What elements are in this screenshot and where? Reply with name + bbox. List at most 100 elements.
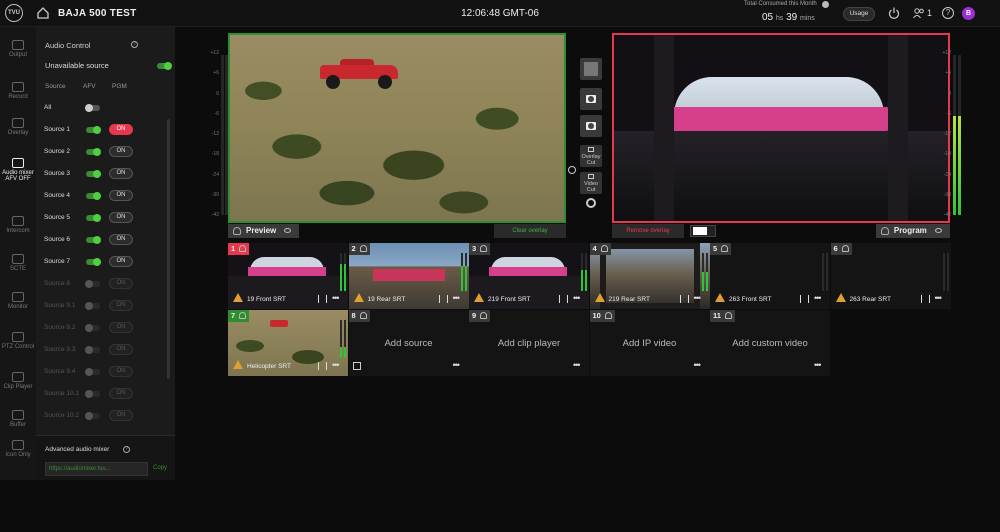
afv-toggle[interactable] <box>85 302 100 310</box>
audio-mixer-icon[interactable] <box>559 295 568 303</box>
pgm-on-button[interactable]: ON <box>109 344 133 355</box>
afv-toggle[interactable] <box>86 170 101 178</box>
speaker-icon[interactable] <box>935 228 942 234</box>
more-options-icon[interactable]: ••• <box>573 360 581 370</box>
nav-item-clip-player[interactable]: Clip Player <box>0 372 36 390</box>
copy-url-button[interactable]: Copy <box>153 465 167 471</box>
pgm-on-button[interactable]: ON <box>109 190 133 201</box>
headphones-icon[interactable] <box>600 245 608 252</box>
more-options-icon[interactable]: ••• <box>453 360 461 370</box>
more-options-icon[interactable]: ••• <box>453 293 461 303</box>
pgm-on-button[interactable]: ON <box>109 300 133 311</box>
headphones-icon[interactable] <box>480 312 488 319</box>
add-source-tile[interactable]: 11 Add custom video ••• <box>710 310 830 376</box>
more-options-icon[interactable]: ••• <box>573 293 581 303</box>
all-afv-toggle[interactable] <box>85 104 100 112</box>
nav-item-scte[interactable]: SCTE <box>0 254 36 272</box>
power-icon[interactable] <box>888 7 900 19</box>
pgm-on-button[interactable]: ON <box>109 124 133 135</box>
audio-mixer-icon[interactable] <box>438 295 448 303</box>
headphones-icon[interactable] <box>239 245 247 252</box>
add-source-tile[interactable]: 10 Add IP video ••• <box>589 310 710 376</box>
transition-preset-2[interactable] <box>580 88 602 110</box>
preview-tab[interactable]: Preview <box>228 224 300 238</box>
pgm-on-button[interactable]: ON <box>109 168 133 179</box>
usage-button[interactable]: Usage <box>843 7 875 21</box>
audio-mixer-icon[interactable] <box>679 295 689 303</box>
overlay-color-select[interactable] <box>690 225 716 237</box>
info-icon[interactable]: ? <box>131 41 138 48</box>
pgm-on-button[interactable]: ON <box>109 322 133 333</box>
pgm-on-button[interactable]: ON <box>109 234 133 245</box>
afv-toggle[interactable] <box>86 192 101 200</box>
qr-code-icon[interactable] <box>352 362 361 370</box>
nav-item-record[interactable]: Record <box>0 82 36 100</box>
audio-mixer-icon[interactable] <box>318 362 327 370</box>
headphones-icon[interactable] <box>359 312 367 319</box>
pgm-on-button[interactable]: ON <box>109 212 133 223</box>
source-tile[interactable]: 7 Helicopter SRT ••• <box>228 310 348 376</box>
link-icon[interactable] <box>568 166 576 174</box>
source-tile[interactable]: 2 19 Rear SRT ••• <box>348 243 469 309</box>
more-options-icon[interactable]: ••• <box>332 293 340 303</box>
gear-icon[interactable] <box>586 198 596 208</box>
transition-preset-3[interactable] <box>580 115 602 137</box>
overlay-cut-button[interactable]: Overlay Cut <box>580 145 602 167</box>
clear-overlay-button[interactable]: Clear overlay <box>494 224 566 238</box>
audio-mixer-icon[interactable] <box>920 295 930 303</box>
afv-toggle[interactable] <box>86 126 101 134</box>
nav-item-monitor[interactable]: Monitor <box>0 292 36 310</box>
more-options-icon[interactable]: ••• <box>332 360 340 370</box>
afv-toggle[interactable] <box>85 324 100 332</box>
pgm-on-button[interactable]: ON <box>109 410 133 421</box>
more-options-icon[interactable]: ••• <box>935 293 943 303</box>
add-source-tile[interactable]: 8 Add source ••• <box>348 310 469 376</box>
headphones-icon[interactable] <box>721 245 729 252</box>
source-tile[interactable]: 5 263 Front SRT ••• <box>710 243 830 309</box>
audio-mixer-icon[interactable] <box>800 295 809 303</box>
eye-icon[interactable] <box>284 228 292 234</box>
pgm-on-button[interactable]: ON <box>109 388 133 399</box>
headphones-icon[interactable] <box>359 245 367 252</box>
source-tile[interactable]: 4 219 Rear SRT ••• <box>589 243 710 309</box>
headphones-icon[interactable] <box>604 312 612 319</box>
afv-toggle[interactable] <box>85 412 100 420</box>
source-tile[interactable]: 6 263 Rear SRT ••• <box>830 243 951 309</box>
pgm-on-button[interactable]: ON <box>109 146 133 157</box>
add-source-tile[interactable]: 9 Add clip player ••• <box>469 310 589 376</box>
afv-toggle[interactable] <box>85 368 100 376</box>
headphones-icon[interactable] <box>480 245 488 252</box>
source-tile[interactable]: 1 19 Front SRT ••• <box>228 243 348 309</box>
nav-item-overlay[interactable]: Overlay <box>0 118 36 136</box>
headphones-icon[interactable] <box>239 312 247 319</box>
audio-panel-scrollbar[interactable] <box>167 119 170 379</box>
home-icon[interactable] <box>36 6 50 20</box>
afv-toggle[interactable] <box>86 236 101 244</box>
advanced-audio-mixer-url[interactable]: https://audiomixer.tvu... <box>45 462 148 476</box>
video-cut-button[interactable]: Video Cut <box>580 172 602 194</box>
audio-mixer-icon[interactable] <box>318 295 327 303</box>
transition-preset-1[interactable] <box>580 58 602 80</box>
unavailable-source-toggle[interactable] <box>157 62 172 70</box>
source-tile[interactable]: 3 219 Front SRT ••• <box>469 243 589 309</box>
headphones-icon[interactable] <box>724 312 732 319</box>
help-icon[interactable]: ? <box>942 7 954 19</box>
afv-toggle[interactable] <box>85 280 100 288</box>
more-options-icon[interactable]: ••• <box>694 360 702 370</box>
more-options-icon[interactable]: ••• <box>814 360 822 370</box>
more-options-icon[interactable]: ••• <box>694 293 702 303</box>
headphones-icon[interactable] <box>880 227 889 235</box>
nav-item-buffer[interactable]: Buffer <box>0 410 36 428</box>
more-options-icon[interactable]: ••• <box>814 293 822 303</box>
program-tab[interactable]: Program <box>875 224 950 238</box>
nav-item-icon-only[interactable]: Icon Only <box>0 440 36 458</box>
info-icon[interactable]: ? <box>123 446 130 453</box>
headphones-icon[interactable] <box>233 227 241 235</box>
nav-item-intercom[interactable]: Intercom <box>0 216 36 234</box>
pgm-on-button[interactable]: ON <box>109 278 133 289</box>
pgm-on-button[interactable]: ON <box>109 256 133 267</box>
users-icon[interactable] <box>913 7 925 19</box>
pgm-on-button[interactable]: ON <box>109 366 133 377</box>
afv-toggle[interactable] <box>85 390 100 398</box>
avatar[interactable]: B <box>962 7 975 20</box>
